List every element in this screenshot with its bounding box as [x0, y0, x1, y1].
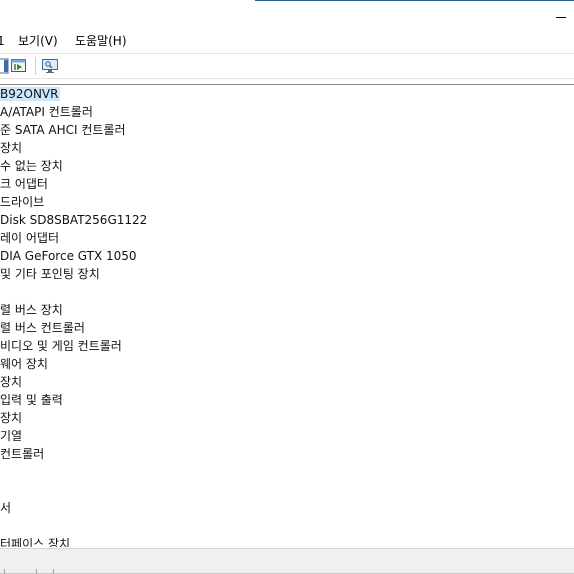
device-manager-window: 1 보기(V) 도움말(H) B92ONVR A/ATAPI 컨트롤러 준 SA… — [0, 0, 574, 574]
tree-item-category[interactable]: 입력 및 출력 — [0, 391, 63, 409]
tree-item-category[interactable]: 및 기타 포인팅 장치 — [0, 265, 100, 283]
menu-action-partial[interactable]: 1 — [0, 31, 5, 52]
tree-item-label: 비디오 및 게임 컨트롤러 — [0, 339, 122, 353]
tree-item-label: A/ATAPI 컨트롤러 — [0, 105, 93, 119]
tree-item-category[interactable]: 터페이스 장치 — [0, 535, 70, 547]
menu-help[interactable]: 도움말(H) — [75, 31, 127, 52]
tree-item-category[interactable]: 웨어 장치 — [0, 355, 48, 373]
status-pane-divider — [53, 569, 54, 574]
device-tree[interactable]: B92ONVR A/ATAPI 컨트롤러 준 SATA AHCI 컨트롤러 장치 수 없… — [0, 85, 574, 547]
status-bar — [0, 548, 574, 574]
tree-item-label: 레이 어댑터 — [0, 231, 60, 245]
tree-item-category[interactable]: DIA GeForce GTX 1050 — [0, 247, 137, 265]
tree-item-category[interactable]: 장치 — [0, 373, 22, 391]
tree-item-label: B92ONVR — [0, 87, 61, 101]
menu-bar: 1 보기(V) 도움말(H) — [0, 31, 574, 52]
tree-item-category[interactable]: 기열 — [0, 427, 22, 445]
tree-item-label: 렬 버스 컨트롤러 — [0, 321, 85, 335]
tree-item-category[interactable]: 수 없는 장치 — [0, 157, 63, 175]
tree-item-label: 준 SATA AHCI 컨트롤러 — [0, 123, 126, 137]
tree-item-category[interactable]: 장치 — [0, 409, 22, 427]
tree-item-category[interactable]: A/ATAPI 컨트롤러 — [0, 103, 93, 121]
tree-item-category[interactable]: 레이 어댑터 — [0, 229, 59, 247]
update-driver-icon[interactable] — [11, 58, 27, 74]
tree-item-category[interactable]: 드라이브 — [0, 193, 44, 211]
toolbar-separator-line — [0, 78, 574, 79]
tree-item-label: 크 어댑터 — [0, 177, 48, 191]
tree-item-label: 장치 — [0, 375, 23, 389]
tree-item-label: Disk SD8SBAT256G1122 — [0, 213, 148, 227]
tree-item-label: 기열 — [0, 429, 23, 443]
tree-item-category[interactable]: 컨트롤러 — [0, 445, 44, 463]
title-bar — [0, 0, 574, 30]
title-bar-accent-line — [255, 0, 574, 1]
tree-item-label: 렬 버스 장치 — [0, 303, 63, 317]
monitor-scan-icon[interactable] — [41, 58, 58, 74]
status-pane-divider — [4, 569, 5, 574]
tree-item-category[interactable]: Disk SD8SBAT256G1122 — [0, 211, 147, 229]
properties-icon[interactable] — [0, 58, 10, 74]
tree-item-label: DIA GeForce GTX 1050 — [0, 249, 137, 263]
toolbar — [0, 54, 574, 78]
tree-item-label: 컨트롤러 — [0, 447, 45, 461]
tree-item-category[interactable]: 비디오 및 게임 컨트롤러 — [0, 337, 122, 355]
toolbar-separator — [35, 57, 36, 75]
tree-item-category[interactable]: 서 — [0, 499, 11, 517]
tree-item-category[interactable]: 렬 버스 컨트롤러 — [0, 319, 85, 337]
minimize-button[interactable] — [548, 4, 574, 30]
menu-view[interactable]: 보기(V) — [18, 31, 58, 52]
tree-item-label: 터페이스 장치 — [0, 537, 71, 547]
tree-item-category[interactable]: 크 어댑터 — [0, 175, 48, 193]
tree-item-label: 웨어 장치 — [0, 357, 48, 371]
tree-item-label: 입력 및 출력 — [0, 393, 63, 407]
tree-item-label: 서 — [0, 501, 12, 515]
tree-root-computer[interactable]: B92ONVR — [0, 85, 61, 103]
tree-item-label: 장치 — [0, 141, 23, 155]
tree-item-label: 수 없는 장치 — [0, 159, 63, 173]
tree-item-label: 장치 — [0, 411, 23, 425]
horizontal-scrollbar[interactable] — [0, 552, 574, 566]
status-pane-divider — [36, 569, 37, 574]
tree-item-label: 드라이브 — [0, 195, 45, 209]
tree-item-category[interactable]: 장치 — [0, 139, 22, 157]
tree-item-label: 및 기타 포인팅 장치 — [0, 267, 100, 281]
tree-item-category[interactable]: 렬 버스 장치 — [0, 301, 63, 319]
tree-item-category[interactable]: 준 SATA AHCI 컨트롤러 — [0, 121, 126, 139]
